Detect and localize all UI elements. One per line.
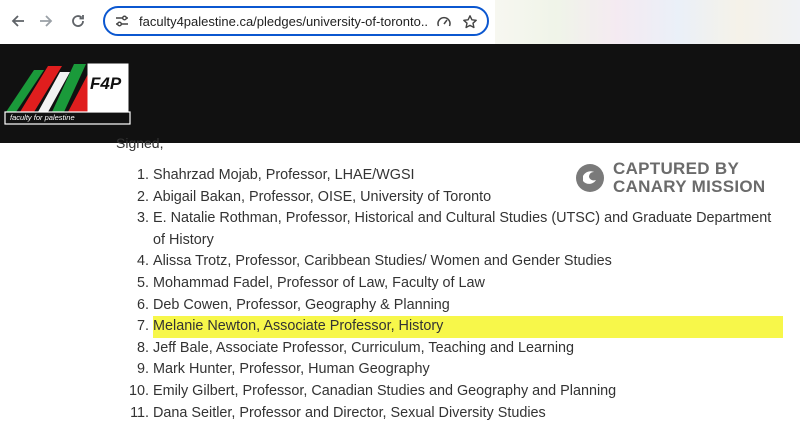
forward-button[interactable]: [34, 9, 58, 33]
logo-text: F4P: [90, 74, 122, 93]
list-item: Dana Seitler, Professor and Director, Se…: [153, 403, 783, 425]
browser-toolbar: faculty4palestine.ca/pledges/university-…: [0, 0, 800, 44]
watermark-line2: CANARY MISSION: [613, 177, 766, 196]
list-item: Mark Hunter, Professor, Human Geography: [153, 359, 783, 381]
list-item: E. Natalie Rothman, Professor, Historica…: [153, 208, 783, 251]
arrow-right-icon: [40, 15, 53, 27]
star-icon[interactable]: [461, 13, 479, 31]
back-button[interactable]: [6, 9, 30, 33]
canary-mission-watermark: CAPTURED BY CANARY MISSION: [575, 160, 766, 196]
arrow-left-icon: [11, 15, 24, 27]
signed-label: Signed,: [116, 135, 164, 151]
list-item: Mohammad Fadel, Professor of Law, Facult…: [153, 273, 783, 295]
faculty-for-palestine-logo[interactable]: F4P faculty for palestine: [4, 60, 132, 126]
watermark-line1: CAPTURED BY: [613, 159, 740, 178]
gauge-icon[interactable]: [435, 13, 453, 31]
signatory-list: Shahrzad Mojab, Professor, LHAE/WGSI Abi…: [120, 165, 783, 424]
list-item: Deb Cowen, Professor, Geography & Planni…: [153, 295, 783, 317]
list-item-highlighted: Melanie Newton, Associate Professor, His…: [153, 316, 783, 338]
url-text[interactable]: faculty4palestine.ca/pledges/university-…: [139, 14, 429, 29]
logo-tagline: faculty for palestine: [10, 113, 75, 122]
blurred-extensions-area: [495, 0, 800, 44]
reload-icon: [72, 15, 84, 27]
reload-button[interactable]: [66, 9, 90, 33]
list-item: Emily Gilbert, Professor, Canadian Studi…: [153, 381, 783, 403]
canary-bird-icon: [576, 164, 604, 192]
list-item: Alissa Trotz, Professor, Caribbean Studi…: [153, 251, 783, 273]
list-item: Jeff Bale, Associate Professor, Curricul…: [153, 338, 783, 360]
address-bar[interactable]: faculty4palestine.ca/pledges/university-…: [103, 6, 489, 36]
site-settings-icon[interactable]: [113, 12, 131, 30]
